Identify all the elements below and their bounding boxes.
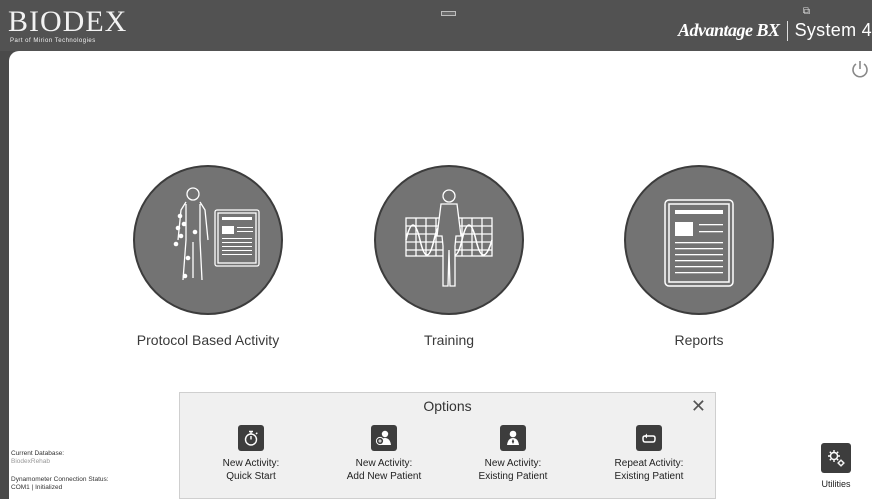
activity-circle bbox=[374, 165, 524, 315]
protocol-figure-icon bbox=[173, 187, 260, 281]
option-line1: New Activity: bbox=[484, 458, 542, 469]
training-button[interactable]: Training bbox=[349, 165, 549, 348]
activity-circle bbox=[624, 165, 774, 315]
report-document-icon bbox=[664, 199, 734, 287]
biodex-logo: BIODEX Part of Mirion Technologies bbox=[8, 5, 128, 45]
utilities-button[interactable]: Utilities bbox=[816, 443, 856, 489]
activity-label: Training bbox=[423, 332, 475, 348]
option-line1: New Activity: bbox=[222, 458, 280, 469]
training-figure-icon bbox=[405, 189, 493, 287]
connection-value: COM1 | Initialized bbox=[11, 484, 63, 491]
option-line2: Quick Start bbox=[226, 471, 276, 482]
add-new-patient-button[interactable]: New Activity: Add New Patient bbox=[324, 425, 444, 483]
power-icon bbox=[852, 61, 868, 78]
existing-patient-button[interactable]: New Activity: Existing Patient bbox=[453, 425, 573, 483]
power-button[interactable] bbox=[850, 59, 870, 79]
close-icon[interactable]: ✕ bbox=[691, 397, 706, 415]
stopwatch-icon bbox=[238, 425, 264, 451]
add-patient-icon bbox=[371, 425, 397, 451]
activity-label: Reports bbox=[674, 332, 724, 348]
connection-status: Dynamometer Connection Status: COM1 | In… bbox=[11, 476, 109, 492]
reports-button[interactable]: Reports bbox=[599, 165, 799, 348]
options-panel: Options ✕ New Activity: Quick Start New … bbox=[179, 392, 716, 499]
protocol-based-activity-button[interactable]: Protocol Based Activity bbox=[108, 165, 308, 348]
database-status: Current Database: BiodexRehab bbox=[11, 450, 64, 466]
main-panel: Protocol Based Activity Training Reports… bbox=[9, 51, 872, 499]
utilities-label: Utilities bbox=[821, 479, 851, 489]
brand-name: Advantage BX bbox=[678, 20, 780, 40]
logo-main-text: BIODEX bbox=[8, 5, 128, 38]
app-header: BIODEX Part of Mirion Technologies ⧉ Adv… bbox=[0, 0, 872, 51]
external-window-icon[interactable]: ⧉ bbox=[803, 6, 810, 17]
option-line2: Add New Patient bbox=[346, 471, 422, 482]
option-line1: Repeat Activity: bbox=[614, 458, 684, 469]
option-line2: Existing Patient bbox=[614, 471, 684, 482]
activity-label: Protocol Based Activity bbox=[136, 332, 280, 348]
gears-icon bbox=[821, 443, 851, 473]
repeat-icon bbox=[636, 425, 662, 451]
product-brand: Advantage BX System 4 bbox=[678, 20, 872, 41]
brand-divider bbox=[786, 20, 788, 41]
activity-circle bbox=[133, 165, 283, 315]
patient-icon bbox=[500, 425, 526, 451]
options-title: Options bbox=[423, 398, 472, 414]
database-label: Current Database: bbox=[11, 450, 65, 457]
window-handle[interactable] bbox=[441, 11, 456, 16]
quick-start-button[interactable]: New Activity: Quick Start bbox=[191, 425, 311, 483]
logo-sub-text: Part of Mirion Technologies bbox=[10, 38, 96, 44]
system-label: System 4 bbox=[794, 20, 872, 40]
database-value: BiodexRehab bbox=[11, 458, 51, 465]
connection-label: Dynamometer Connection Status: bbox=[11, 476, 109, 483]
option-line1: New Activity: bbox=[355, 458, 413, 469]
repeat-activity-button[interactable]: Repeat Activity: Existing Patient bbox=[589, 425, 709, 483]
option-line2: Existing Patient bbox=[478, 471, 548, 482]
